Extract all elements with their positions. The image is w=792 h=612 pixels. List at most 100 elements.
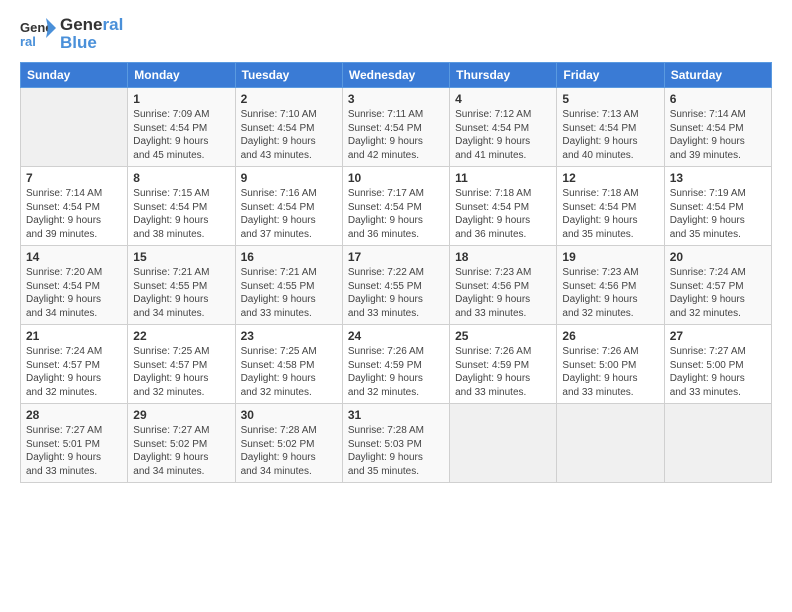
day-info: Sunrise: 7:23 AMSunset: 4:56 PMDaylight:… [562,266,658,320]
day-number: 13 [670,171,766,185]
calendar-cell: 14 Sunrise: 7:20 AMSunset: 4:54 PMDayligh… [21,246,128,325]
day-number: 28 [26,408,122,422]
calendar-cell: 23Sunrise: 7:25 AMSunset: 4:58 PMDayligh… [235,325,342,404]
day-number: 11 [455,171,551,185]
calendar-cell: 11Sunrise: 7:18 AMSunset: 4:54 PMDayligh… [450,167,557,246]
day-info: Sunrise: 7:28 AMSunset: 5:02 PMDaylight:… [241,424,337,478]
day-number: 6 [670,92,766,106]
day-info: Sunrise: 7:12 AMSunset: 4:54 PMDaylight:… [455,108,551,162]
calendar-week-row: 7 Sunrise: 7:14 AMSunset: 4:54 PMDaylight… [21,167,772,246]
calendar-cell [450,404,557,483]
calendar-cell: 20 Sunrise: 7:24 AMSunset: 4:57 PMDayligh… [664,246,771,325]
day-info: Sunrise: 7:27 AMSunset: 5:02 PMDaylight:… [133,424,229,478]
calendar-header-row: SundayMondayTuesdayWednesdayThursdayFrid… [21,63,772,88]
day-info: Sunrise: 7:26 AMSunset: 5:00 PMDaylight:… [562,345,658,399]
day-number: 1 [133,92,229,106]
page-container: Gene ral General Blue SundayMondayTuesda… [0,0,792,493]
calendar-cell: 22 Sunrise: 7:25 AMSunset: 4:57 PMDayligh… [128,325,235,404]
day-info: Sunrise: 7:14 AMSunset: 4:54 PMDaylight:… [26,187,122,241]
day-number: 20 [670,250,766,264]
day-number: 19 [562,250,658,264]
calendar-day-header: Saturday [664,63,771,88]
day-number: 2 [241,92,337,106]
calendar-cell: 9Sunrise: 7:16 AMSunset: 4:54 PMDaylight… [235,167,342,246]
day-info: Sunrise: 7:14 AMSunset: 4:54 PMDaylight:… [670,108,766,162]
calendar-cell: 5 Sunrise: 7:13 AMSunset: 4:54 PMDaylight… [557,88,664,167]
day-number: 5 [562,92,658,106]
day-info: Sunrise: 7:24 AMSunset: 4:57 PMDaylight:… [670,266,766,320]
calendar-cell: 25 Sunrise: 7:26 AMSunset: 4:59 PMDayligh… [450,325,557,404]
calendar-cell: 27Sunrise: 7:27 AMSunset: 5:00 PMDayligh… [664,325,771,404]
calendar-cell [21,88,128,167]
day-number: 24 [348,329,444,343]
calendar-week-row: 21 Sunrise: 7:24 AMSunset: 4:57 PMDayligh… [21,325,772,404]
day-number: 8 [133,171,229,185]
calendar-cell: 6 Sunrise: 7:14 AMSunset: 4:54 PMDaylight… [664,88,771,167]
day-number: 4 [455,92,551,106]
calendar-cell: 15 Sunrise: 7:21 AMSunset: 4:55 PMDayligh… [128,246,235,325]
calendar-cell: 7 Sunrise: 7:14 AMSunset: 4:54 PMDaylight… [21,167,128,246]
calendar-table: SundayMondayTuesdayWednesdayThursdayFrid… [20,62,772,483]
calendar-cell: 2 Sunrise: 7:10 AMSunset: 4:54 PMDaylight… [235,88,342,167]
day-number: 25 [455,329,551,343]
day-info: Sunrise: 7:18 AMSunset: 4:54 PMDaylight:… [562,187,658,241]
day-number: 16 [241,250,337,264]
day-info: Sunrise: 7:19 AMSunset: 4:54 PMDaylight:… [670,187,766,241]
day-info: Sunrise: 7:13 AMSunset: 4:54 PMDaylight:… [562,108,658,162]
day-info: Sunrise: 7:27 AMSunset: 5:01 PMDaylight:… [26,424,122,478]
calendar-day-header: Tuesday [235,63,342,88]
day-number: 12 [562,171,658,185]
logo-blue: Blue [60,33,97,52]
calendar-cell: 3Sunrise: 7:11 AMSunset: 4:54 PMDaylight… [342,88,449,167]
day-info: Sunrise: 7:10 AMSunset: 4:54 PMDaylight:… [241,108,337,162]
calendar-cell: 29Sunrise: 7:27 AMSunset: 5:02 PMDayligh… [128,404,235,483]
day-info: Sunrise: 7:26 AMSunset: 4:59 PMDaylight:… [348,345,444,399]
day-info: Sunrise: 7:17 AMSunset: 4:54 PMDaylight:… [348,187,444,241]
logo: Gene ral General Blue [20,16,123,52]
calendar-cell: 19 Sunrise: 7:23 AMSunset: 4:56 PMDayligh… [557,246,664,325]
logo-svg: Gene ral [20,16,56,52]
calendar-day-header: Wednesday [342,63,449,88]
day-info: Sunrise: 7:20 AMSunset: 4:54 PMDaylight:… [26,266,122,320]
day-number: 7 [26,171,122,185]
day-info: Sunrise: 7:15 AMSunset: 4:54 PMDaylight:… [133,187,229,241]
day-info: Sunrise: 7:16 AMSunset: 4:54 PMDaylight:… [241,187,337,241]
calendar-cell: 12 Sunrise: 7:18 AMSunset: 4:54 PMDayligh… [557,167,664,246]
day-info: Sunrise: 7:22 AMSunset: 4:55 PMDaylight:… [348,266,444,320]
calendar-week-row: 14 Sunrise: 7:20 AMSunset: 4:54 PMDayligh… [21,246,772,325]
calendar-cell: 4 Sunrise: 7:12 AMSunset: 4:54 PMDaylight… [450,88,557,167]
calendar-cell [557,404,664,483]
day-number: 15 [133,250,229,264]
calendar-cell: 30Sunrise: 7:28 AMSunset: 5:02 PMDayligh… [235,404,342,483]
day-info: Sunrise: 7:09 AMSunset: 4:54 PMDaylight:… [133,108,229,162]
calendar-cell: 1 Sunrise: 7:09 AMSunset: 4:54 PMDaylight… [128,88,235,167]
day-number: 21 [26,329,122,343]
calendar-cell: 31 Sunrise: 7:28 AMSunset: 5:03 PMDayligh… [342,404,449,483]
day-info: Sunrise: 7:25 AMSunset: 4:57 PMDaylight:… [133,345,229,399]
day-info: Sunrise: 7:23 AMSunset: 4:56 PMDaylight:… [455,266,551,320]
calendar-day-header: Sunday [21,63,128,88]
day-number: 18 [455,250,551,264]
day-number: 23 [241,329,337,343]
calendar-cell: 24 Sunrise: 7:26 AMSunset: 4:59 PMDayligh… [342,325,449,404]
calendar-cell: 8 Sunrise: 7:15 AMSunset: 4:54 PMDaylight… [128,167,235,246]
calendar-cell: 10Sunrise: 7:17 AMSunset: 4:54 PMDayligh… [342,167,449,246]
calendar-cell: 21 Sunrise: 7:24 AMSunset: 4:57 PMDayligh… [21,325,128,404]
calendar-day-header: Monday [128,63,235,88]
day-info: Sunrise: 7:24 AMSunset: 4:57 PMDaylight:… [26,345,122,399]
day-info: Sunrise: 7:28 AMSunset: 5:03 PMDaylight:… [348,424,444,478]
calendar-cell: 26Sunrise: 7:26 AMSunset: 5:00 PMDayligh… [557,325,664,404]
calendar-week-row: 28 Sunrise: 7:27 AMSunset: 5:01 PMDayligh… [21,404,772,483]
day-number: 31 [348,408,444,422]
calendar-cell: 18 Sunrise: 7:23 AMSunset: 4:56 PMDayligh… [450,246,557,325]
day-number: 27 [670,329,766,343]
day-info: Sunrise: 7:21 AMSunset: 4:55 PMDaylight:… [133,266,229,320]
logo-general: General [60,15,123,34]
day-info: Sunrise: 7:26 AMSunset: 4:59 PMDaylight:… [455,345,551,399]
day-number: 14 [26,250,122,264]
calendar-cell [664,404,771,483]
header: Gene ral General Blue [20,16,772,52]
day-number: 3 [348,92,444,106]
day-number: 22 [133,329,229,343]
calendar-cell: 28 Sunrise: 7:27 AMSunset: 5:01 PMDayligh… [21,404,128,483]
